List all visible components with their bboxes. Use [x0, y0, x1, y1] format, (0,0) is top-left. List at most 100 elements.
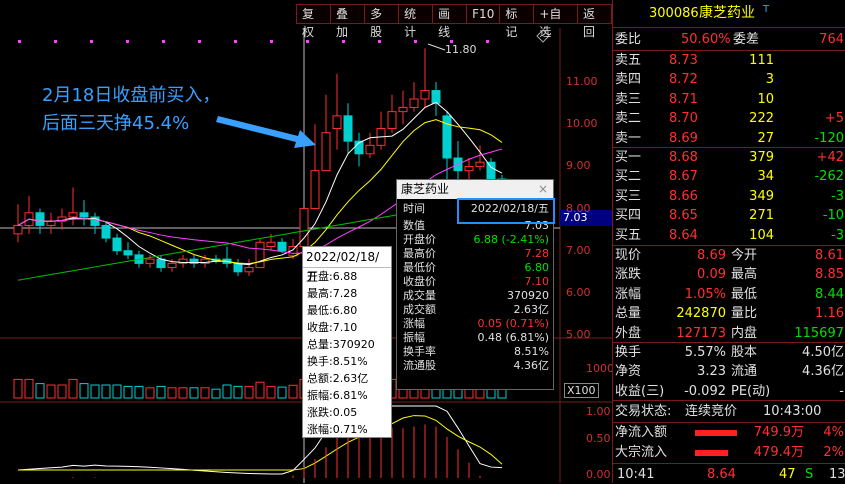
candle[interactable] — [409, 82, 419, 112]
price-tick-5: 6.00 — [566, 286, 591, 299]
candle[interactable] — [398, 90, 408, 125]
candle[interactable] — [431, 82, 441, 116]
toolbar-button-8[interactable]: 返回 — [578, 4, 613, 39]
bids-vol: 379 — [749, 150, 774, 165]
bids-row[interactable]: 买二 8.67 34 -262 — [613, 167, 845, 186]
candle[interactable] — [46, 212, 56, 234]
candle[interactable] — [189, 254, 199, 268]
asks-row[interactable]: 卖三 8.71 10 — [613, 90, 845, 109]
candle[interactable] — [376, 111, 386, 150]
detail-label: 最高价 — [403, 247, 436, 260]
candle[interactable] — [112, 233, 122, 255]
volume-bar — [57, 384, 67, 399]
kline-chart-area[interactable]: 复权 叠加 多股 统计 画线 F10 标记 +自选 返回 11.80 11.00 10.00 9.0… — [0, 0, 621, 483]
candle[interactable] — [343, 103, 353, 154]
bids-row[interactable]: 买四 8.65 271 -10 — [613, 206, 845, 225]
candle[interactable] — [420, 48, 430, 108]
signal-dot — [90, 40, 93, 43]
popup-line: 总额:2.63亿 — [307, 372, 369, 385]
volume-bar — [90, 384, 100, 399]
detail-row: 最高价 7.28 — [397, 247, 553, 261]
candle[interactable] — [255, 238, 265, 269]
detail-row: 流通股 4.36亿 — [397, 359, 553, 373]
candle[interactable] — [288, 238, 298, 260]
volume-bar — [123, 385, 133, 399]
candle[interactable] — [310, 124, 320, 210]
bids-row[interactable]: 买三 8.66 349 -3 — [613, 187, 845, 206]
detail-window-title: 康芝药业 — [401, 182, 450, 196]
asks-vol: 27 — [757, 130, 774, 146]
flow-value: 749.9万 — [753, 425, 804, 440]
volume-bar — [68, 378, 78, 399]
candle[interactable] — [244, 259, 254, 276]
price-tick-4: 7.00 — [566, 244, 591, 257]
quote-v1: 3.23 — [697, 364, 726, 380]
toolbar-button-6[interactable]: 标记 — [500, 4, 535, 39]
toolbar-button-5[interactable]: F10 — [467, 4, 501, 24]
detail-row: 开盘价 6.88 (-2.41%) — [397, 233, 553, 247]
quote-row: 换手 5.57% 股本 4.50亿 — [613, 343, 845, 362]
quote-l1: 涨跌 — [615, 267, 642, 283]
toolbar-button-0[interactable]: 复权 — [296, 4, 332, 39]
toolbar-button-2[interactable]: 多股 — [365, 4, 400, 39]
candle[interactable] — [277, 238, 287, 253]
toolbar-button-1[interactable]: 叠加 — [331, 4, 366, 39]
candle[interactable] — [332, 73, 342, 150]
candle[interactable] — [387, 94, 397, 133]
toolbar-button-4[interactable]: 画线 — [433, 4, 468, 39]
candle[interactable] — [222, 246, 232, 268]
candle[interactable] — [354, 132, 364, 167]
asks-row[interactable]: 卖二 8.70 222 +5 — [613, 109, 845, 128]
quote-l1: 收益(三) — [615, 383, 665, 399]
detail-window-header[interactable]: 康芝药业 × — [397, 180, 553, 199]
quote-v2: 8.44 — [815, 286, 844, 302]
candle[interactable] — [79, 200, 89, 226]
stock-name: 康芝药业 — [699, 5, 755, 21]
candle[interactable] — [90, 212, 100, 234]
quote-l1: 净资 — [615, 364, 642, 380]
asks-row[interactable]: 卖一 8.69 27 -120 — [613, 129, 845, 148]
detail-label: 流通股 — [403, 359, 436, 372]
asks-price: 8.71 — [669, 91, 698, 107]
volume-bar — [211, 388, 221, 399]
toolbar-button-7[interactable]: +自选 — [534, 4, 579, 39]
close-icon[interactable]: × — [538, 180, 548, 199]
flow-value: 479.4万 — [753, 444, 804, 460]
flow-pct: 4% — [823, 425, 844, 440]
asks-price: 8.72 — [669, 72, 698, 88]
bids-row[interactable]: 买一 8.68 379 +42 — [613, 148, 845, 167]
candle[interactable] — [178, 254, 188, 268]
price-tick-0: 11.00 — [566, 75, 598, 88]
candle[interactable] — [101, 221, 111, 243]
flow-row: 大宗流入 479.4万 2% — [613, 443, 845, 462]
status-time: 10:43:00 — [763, 404, 822, 419]
quote-row: 净资 3.23 流通 4.36亿 — [613, 362, 845, 381]
tick-price: 8.64 — [707, 467, 736, 482]
bids-row[interactable]: 买五 8.64 104 -3 — [613, 226, 845, 245]
bids-label: 买一 — [615, 150, 642, 165]
bids-label: 买四 — [615, 208, 642, 224]
candle[interactable] — [233, 259, 243, 276]
quote-v2: 4.50亿 — [802, 345, 844, 360]
candle[interactable] — [464, 158, 474, 180]
chart-toolbar: 复权 叠加 多股 统计 画线 F10 标记 +自选 返回 — [296, 4, 613, 39]
candle[interactable] — [123, 242, 133, 260]
candle[interactable] — [321, 94, 331, 172]
volume-bar — [13, 378, 23, 399]
volume-tick-unit: X100 — [564, 383, 599, 398]
asks-row[interactable]: 卖四 8.72 3 — [613, 70, 845, 89]
tick-side: S — [805, 467, 814, 482]
flow-bar — [695, 430, 737, 436]
quote-l2: 量比 — [731, 306, 758, 322]
volume-bar — [156, 385, 166, 399]
quote-v1: -0.092 — [684, 383, 726, 399]
candle-detail-window[interactable]: 康芝药业 × 时间 2022/02/18/五 数值 7.03 开盘价 6.88 (-2.4… — [396, 179, 555, 390]
asks-row[interactable]: 卖五 8.73 111 — [613, 51, 845, 70]
candle[interactable] — [57, 208, 67, 230]
tick-volume: 47 — [779, 467, 796, 482]
candle[interactable] — [453, 141, 463, 184]
candle[interactable] — [365, 132, 375, 158]
quote-v1: 0.09 — [697, 267, 726, 283]
toolbar-button-3[interactable]: 统计 — [399, 4, 434, 39]
detail-label: 数值 — [403, 219, 425, 232]
